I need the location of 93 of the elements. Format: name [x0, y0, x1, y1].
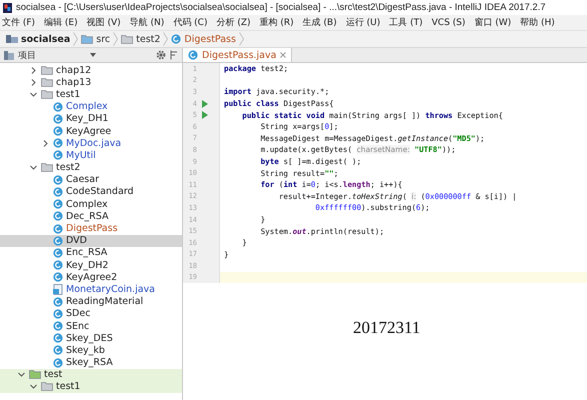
folder-icon — [81, 34, 94, 44]
module-icon — [6, 34, 18, 44]
class-icon — [53, 224, 63, 234]
class-icon — [53, 186, 63, 197]
tree-item[interactable]: MyDoc.java — [0, 137, 182, 150]
class-icon — [53, 114, 63, 124]
window-title: socialsea - [C:\Users\user\IdeaProjects\socialsea\socialsea] - [socialsea] - ...\src\test2\DigestPass.java - IntelliJ IDEA 2017.2.7 — [16, 2, 546, 13]
tree-item[interactable]: DigestPass — [0, 222, 182, 235]
class-icon — [53, 321, 63, 332]
java-file-icon — [53, 284, 63, 295]
menu-item[interactable]: 窗口 (W) — [474, 16, 512, 29]
class-icon — [53, 102, 63, 112]
class-icon — [53, 236, 63, 246]
menu-item[interactable]: 代码 (C) — [173, 16, 208, 29]
panel-title: 项目 — [18, 50, 36, 62]
run-icon[interactable] — [202, 100, 208, 108]
tree-item[interactable]: KeyAgree2 — [0, 271, 182, 284]
class-icon — [53, 296, 63, 307]
class-icon — [53, 199, 63, 210]
menu-item[interactable]: 视图 (V) — [86, 16, 121, 29]
tree-item[interactable]: test2 — [0, 162, 182, 174]
class-icon — [53, 138, 63, 148]
tree-item[interactable]: CodeStandard — [0, 186, 182, 198]
class-icon — [53, 150, 63, 160]
class-icon — [53, 260, 63, 270]
class-icon — [53, 174, 63, 185]
menu-item[interactable]: 生成 (B) — [302, 16, 337, 29]
class-icon — [188, 50, 198, 60]
breadcrumb-item[interactable]: socialsea — [21, 34, 70, 44]
folder-icon — [121, 34, 134, 44]
tree-item[interactable]: chap12 — [0, 64, 182, 76]
close-icon[interactable] — [280, 52, 286, 58]
folder-icon — [41, 66, 53, 75]
menu-item[interactable]: VCS (S) — [432, 18, 466, 28]
tree-item[interactable]: test — [0, 368, 182, 381]
tree-item[interactable]: Caesar — [0, 174, 182, 186]
tree-item[interactable]: Enc_RSA — [0, 246, 182, 259]
overlay-number: 20172311 — [353, 318, 420, 338]
tree-item[interactable]: Skey_DES — [0, 332, 182, 344]
tree-item[interactable]: SEnc — [0, 320, 182, 332]
breadcrumb-item[interactable]: src — [96, 34, 110, 44]
chevron-down-icon[interactable] — [30, 90, 36, 98]
tree-item[interactable]: Skey_kb — [0, 344, 182, 356]
settings-icon[interactable] — [156, 50, 166, 60]
tree-item[interactable]: Skey_RSA — [0, 356, 182, 369]
class-icon — [53, 345, 63, 356]
chevron-right-icon[interactable] — [42, 140, 48, 147]
chevron-separator-icon — [113, 32, 118, 46]
class-icon — [53, 126, 63, 136]
folder-icon — [41, 163, 53, 172]
class-icon — [53, 333, 63, 344]
folder-icon — [41, 90, 53, 99]
chevron-separator-icon — [238, 32, 244, 46]
tree-item[interactable]: Key_DH2 — [0, 259, 182, 272]
menu-item[interactable]: 导航 (N) — [130, 16, 164, 29]
class-icon — [53, 308, 63, 319]
chevron-down-icon[interactable] — [30, 164, 36, 172]
class-icon — [53, 248, 63, 258]
menu-item[interactable]: 文件 (F) — [2, 16, 36, 29]
tree-item[interactable]: KeyAgree — [0, 124, 182, 138]
tree-item[interactable]: chap13 — [0, 76, 182, 88]
dropdown-caret-icon[interactable] — [90, 53, 96, 57]
tree-item[interactable]: test1 — [0, 380, 182, 394]
chevron-separator-icon — [73, 32, 78, 46]
menu-item[interactable]: 重构 (R) — [260, 16, 294, 29]
menu-item[interactable]: 工具 (T) — [389, 16, 423, 29]
tree-item[interactable]: Complex — [0, 100, 182, 113]
class-icon — [171, 34, 182, 44]
editor-tab[interactable]: DigestPass.java — [183, 48, 292, 62]
class-icon — [53, 272, 63, 282]
menu-item[interactable]: 运行 (U) — [346, 16, 380, 29]
menu-item[interactable]: 帮助 (H) — [520, 16, 555, 29]
tree-item[interactable]: Key_DH1 — [0, 112, 182, 125]
app-icon — [3, 2, 12, 12]
class-icon — [53, 358, 63, 368]
tree-item[interactable]: MyUtil — [0, 149, 182, 162]
run-icon[interactable] — [202, 111, 208, 120]
menu-item[interactable]: 编辑 (E) — [44, 16, 78, 29]
breadcrumb-item[interactable]: DigestPass — [184, 34, 236, 44]
pin-icon[interactable] — [170, 50, 178, 60]
folder-icon — [41, 78, 53, 87]
breadcrumb-item[interactable]: test2 — [136, 34, 160, 44]
chevron-separator-icon — [163, 32, 168, 46]
tree-item[interactable]: Dec_RSA — [0, 210, 182, 222]
tree-item[interactable]: ReadingMaterial — [0, 296, 182, 308]
tree-item[interactable]: MonetaryCoin.java — [0, 283, 182, 296]
tree-item[interactable]: test1 — [0, 88, 182, 101]
menu-item[interactable]: 分析 (Z) — [216, 16, 251, 29]
tree-item[interactable]: DVD — [0, 234, 182, 247]
project-icon — [4, 50, 14, 60]
tree-item[interactable]: SDec — [0, 308, 182, 320]
tree-item[interactable]: Complex — [0, 198, 182, 210]
class-icon — [53, 211, 63, 222]
